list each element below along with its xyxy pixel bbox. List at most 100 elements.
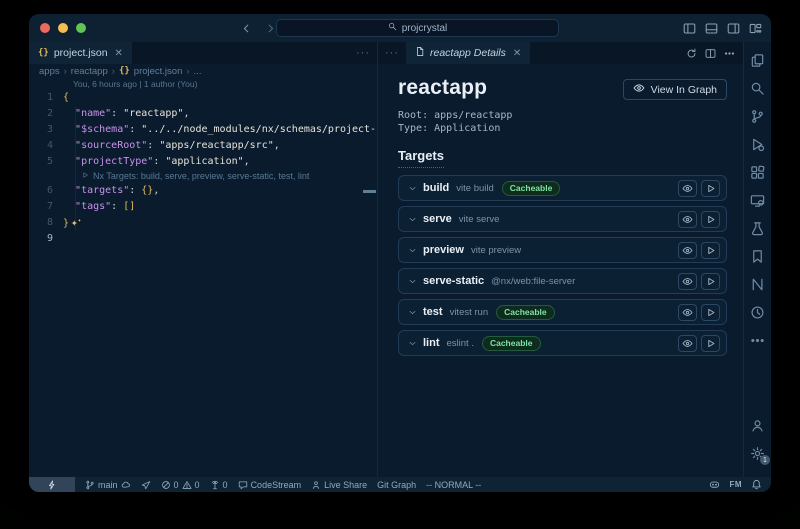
chevron-down-icon[interactable] bbox=[408, 277, 417, 286]
code-line[interactable]: 6 "targets": {}, bbox=[29, 183, 377, 199]
view-target-button[interactable] bbox=[678, 242, 697, 259]
target-row-build[interactable]: buildvite buildCacheable bbox=[398, 175, 727, 201]
forward-icon[interactable] bbox=[265, 23, 276, 34]
chevron-down-icon[interactable] bbox=[408, 308, 417, 317]
fm-status-item[interactable]: FM bbox=[729, 480, 742, 489]
run-target-button[interactable] bbox=[701, 273, 720, 290]
tab-project-json[interactable]: {} project.json ✕ bbox=[29, 42, 132, 64]
code-line[interactable]: 7 "tags": [] bbox=[29, 199, 377, 215]
nx-targets-hint[interactable]: Nx Targets: build, serve, preview, serve… bbox=[29, 170, 377, 183]
settings-gear-icon[interactable]: 1 bbox=[744, 439, 771, 467]
live-share-icon bbox=[311, 480, 321, 490]
code-line[interactable]: 4 "sourceRoot": "apps/reactapp/src", bbox=[29, 138, 377, 154]
toggle-panel-icon[interactable] bbox=[705, 22, 718, 35]
codestream-status-item[interactable]: CodeStream bbox=[238, 480, 302, 490]
code-editor[interactable]: 1{2 "name": "reactapp",3 "$schema": "../… bbox=[29, 90, 377, 247]
thunder-client-status-item[interactable] bbox=[141, 480, 151, 490]
chevron-down-icon[interactable] bbox=[408, 246, 417, 255]
tab-reactapp-details[interactable]: reactapp Details ✕ bbox=[406, 42, 530, 64]
branch-label: main bbox=[98, 480, 118, 490]
live-share-status-item[interactable]: Live Share bbox=[311, 480, 367, 490]
run-target-button[interactable] bbox=[701, 335, 720, 352]
testing-icon[interactable] bbox=[744, 214, 771, 242]
tab-overflow-more-icon[interactable]: ··· bbox=[378, 42, 406, 64]
search-icon bbox=[388, 22, 397, 34]
code-line[interactable]: 5 "projectType": "application", bbox=[29, 154, 377, 170]
breadcrumb-item[interactable]: apps bbox=[39, 66, 60, 77]
run-target-button[interactable] bbox=[701, 180, 720, 197]
ports-count: 0 bbox=[223, 480, 228, 490]
view-target-button[interactable] bbox=[678, 304, 697, 321]
maximize-window-button[interactable] bbox=[76, 23, 86, 33]
scrollbar-decoration[interactable] bbox=[363, 190, 376, 193]
file-icon bbox=[415, 46, 425, 60]
breadcrumb-item[interactable]: project.json bbox=[134, 66, 183, 77]
close-tab-icon[interactable]: ✕ bbox=[513, 48, 521, 59]
source-control-icon[interactable] bbox=[744, 102, 771, 130]
chevron-down-icon[interactable] bbox=[408, 339, 417, 348]
notifications-bell-icon[interactable] bbox=[751, 479, 762, 490]
minimize-window-button[interactable] bbox=[58, 23, 68, 33]
tab-overflow-more-icon[interactable]: ··· bbox=[349, 42, 377, 64]
bookmarks-icon[interactable] bbox=[744, 242, 771, 270]
problems-status-item[interactable]: 0 0 bbox=[161, 480, 200, 490]
view-in-graph-button[interactable]: View In Graph bbox=[623, 79, 727, 100]
chevron-down-icon[interactable] bbox=[408, 215, 417, 224]
explorer-copy-icon[interactable] bbox=[744, 46, 771, 74]
target-row-test[interactable]: testvitest runCacheable bbox=[398, 299, 727, 325]
more-actions-icon[interactable] bbox=[724, 48, 735, 59]
copilot-icon[interactable] bbox=[709, 479, 720, 490]
play-outline-icon bbox=[81, 170, 89, 183]
chevron-down-icon[interactable] bbox=[408, 184, 417, 193]
target-row-serve[interactable]: servevite serve bbox=[398, 206, 727, 232]
close-tab-icon[interactable]: ✕ bbox=[115, 48, 123, 59]
ports-status-item[interactable]: 0 bbox=[210, 480, 228, 490]
run-target-button[interactable] bbox=[701, 242, 720, 259]
vim-mode-indicator[interactable]: -- NORMAL -- bbox=[426, 480, 481, 490]
run-debug-icon[interactable] bbox=[744, 130, 771, 158]
branch-status-item[interactable]: main bbox=[85, 480, 131, 490]
tab-label: project.json bbox=[54, 47, 108, 59]
view-target-button[interactable] bbox=[678, 211, 697, 228]
code-line[interactable]: 1{ bbox=[29, 90, 377, 106]
editor-group-left: {} project.json ✕ ··· apps› reactapp› {}… bbox=[29, 42, 378, 477]
line-content: "name": "reactapp", bbox=[63, 106, 189, 122]
more-icon[interactable] bbox=[744, 326, 771, 354]
close-window-button[interactable] bbox=[40, 23, 50, 33]
remote-indicator[interactable] bbox=[29, 477, 75, 492]
target-row-preview[interactable]: previewvite preview bbox=[398, 237, 727, 263]
timeline-icon[interactable] bbox=[744, 298, 771, 326]
target-name: test bbox=[423, 306, 443, 318]
target-row-lint[interactable]: linteslint .Cacheable bbox=[398, 330, 727, 356]
git-graph-status-item[interactable]: Git Graph bbox=[377, 480, 416, 490]
breadcrumb-item[interactable]: reactapp bbox=[71, 66, 108, 77]
run-target-button[interactable] bbox=[701, 211, 720, 228]
codelens-blame[interactable]: You, 6 hours ago | 1 author (You) bbox=[29, 78, 377, 90]
view-target-button[interactable] bbox=[678, 180, 697, 197]
refresh-icon[interactable] bbox=[686, 48, 697, 59]
view-in-graph-label: View In Graph bbox=[651, 84, 717, 96]
remote-explorer-icon[interactable] bbox=[744, 186, 771, 214]
breadcrumb-item[interactable]: ... bbox=[194, 66, 202, 77]
view-target-button[interactable] bbox=[678, 273, 697, 290]
code-line[interactable]: 2 "name": "reactapp", bbox=[29, 106, 377, 122]
line-content: "sourceRoot": "apps/reactapp/src", bbox=[63, 138, 280, 154]
split-editor-icon[interactable] bbox=[705, 48, 716, 59]
view-target-button[interactable] bbox=[678, 335, 697, 352]
status-bar: main 0 0 0 CodeStream Live Share Git Gra… bbox=[29, 477, 771, 492]
code-line[interactable]: 9 bbox=[29, 231, 377, 247]
back-icon[interactable] bbox=[241, 23, 252, 34]
run-target-button[interactable] bbox=[701, 304, 720, 321]
nx-console-icon[interactable] bbox=[744, 270, 771, 298]
search-icon[interactable] bbox=[744, 74, 771, 102]
toggle-primary-sidebar-icon[interactable] bbox=[683, 22, 696, 35]
toggle-secondary-sidebar-icon[interactable] bbox=[727, 22, 740, 35]
line-number: 4 bbox=[29, 138, 63, 154]
customize-layout-icon[interactable] bbox=[749, 22, 762, 35]
account-icon[interactable] bbox=[744, 411, 771, 439]
command-center-search[interactable]: projcrystal bbox=[276, 19, 559, 37]
code-line[interactable]: 3 "$schema": "../../node_modules/nx/sche… bbox=[29, 122, 377, 138]
code-line[interactable]: 8}✦ bbox=[29, 215, 377, 231]
extensions-icon[interactable] bbox=[744, 158, 771, 186]
target-row-serve-static[interactable]: serve-static@nx/web:file-server bbox=[398, 268, 727, 294]
